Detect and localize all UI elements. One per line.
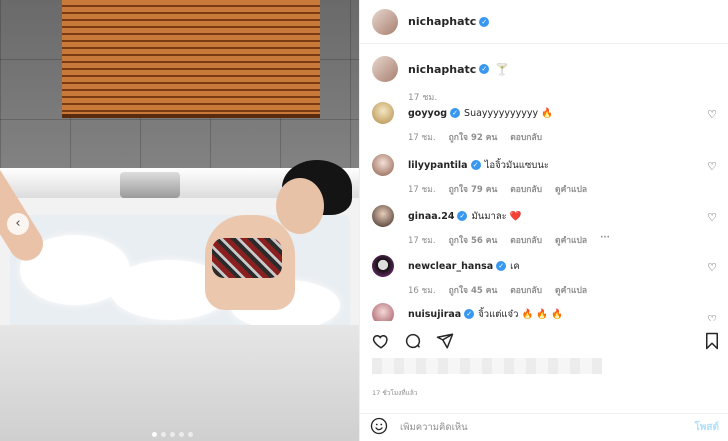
header-username[interactable]: nichaphatc bbox=[408, 15, 476, 28]
heart-icon[interactable]: ♡ bbox=[707, 313, 717, 321]
avatar[interactable] bbox=[372, 102, 394, 124]
action-bar bbox=[372, 332, 721, 350]
left-arrow-icon[interactable]: ‹ bbox=[7, 213, 29, 235]
bookmark-icon[interactable] bbox=[703, 332, 721, 350]
avatar[interactable] bbox=[372, 255, 394, 277]
comment-item: goyyog ✓ Suayyyyyyyyyy 🔥 17 ชม. ถูกใจ 92… bbox=[372, 102, 721, 144]
carousel-dot bbox=[179, 432, 184, 437]
verified-icon: ✓ bbox=[450, 108, 461, 118]
reply-button[interactable]: ตอบกลับ bbox=[510, 283, 542, 297]
comment-likes[interactable]: ถูกใจ 56 คน bbox=[449, 233, 498, 247]
avatar[interactable] bbox=[372, 205, 394, 227]
carousel-dot bbox=[188, 432, 193, 437]
comment-text: เค bbox=[510, 260, 520, 272]
comment-username[interactable]: newclear_hansa bbox=[408, 261, 493, 272]
post-header: nichaphatc ✓ bbox=[360, 0, 728, 44]
avatar[interactable] bbox=[372, 8, 398, 35]
caption: nichaphatc ✓ 🍸 17 ชม. bbox=[372, 56, 509, 104]
comment-time[interactable]: 17 ชม. bbox=[408, 130, 436, 144]
verified-icon: ✓ bbox=[479, 16, 490, 27]
verified-icon: ✓ bbox=[470, 160, 481, 170]
reply-button[interactable]: ตอบกลับ bbox=[510, 130, 542, 144]
more-options-icon[interactable]: ··· bbox=[600, 233, 610, 247]
translate-link[interactable]: ดูคำแปล bbox=[555, 182, 587, 196]
post-photo[interactable]: ‹ bbox=[0, 0, 359, 441]
comment-input[interactable] bbox=[400, 422, 695, 433]
window-blind bbox=[62, 0, 320, 118]
translate-link[interactable]: ดูคำแปล bbox=[555, 283, 587, 297]
carousel-dot bbox=[170, 432, 175, 437]
verified-icon: ✓ bbox=[464, 309, 475, 319]
carousel-dots bbox=[152, 432, 193, 437]
share-icon[interactable] bbox=[436, 332, 454, 350]
comment-username[interactable]: lilyypantila bbox=[408, 160, 468, 171]
comment-likes[interactable]: ถูกใจ 92 คน bbox=[449, 130, 498, 144]
caption-username[interactable]: nichaphatc bbox=[408, 63, 476, 76]
bikini bbox=[212, 238, 282, 278]
heart-icon[interactable]: ♡ bbox=[707, 211, 717, 224]
add-comment-bar: โพสต์ bbox=[360, 413, 728, 441]
carousel-dot bbox=[161, 432, 166, 437]
comments-panel: nichaphatc ✓ nichaphatc ✓ 🍸 17 ชม. goyyo… bbox=[359, 0, 728, 441]
comment-text: ไอจิ้วมันแซบนะ bbox=[484, 159, 549, 171]
comment-icon[interactable] bbox=[404, 332, 422, 350]
comment-username[interactable]: ginaa.24 bbox=[408, 211, 454, 222]
cocktail-icon: 🍸 bbox=[495, 62, 509, 76]
comment-username[interactable]: nuisujiraa bbox=[408, 309, 461, 320]
comment-time[interactable]: 16 ชม. bbox=[408, 283, 436, 297]
reply-button[interactable]: ตอบกลับ bbox=[510, 233, 542, 247]
avatar[interactable] bbox=[372, 303, 394, 321]
comment-text: Suayyyyyyyyyy 🔥 bbox=[464, 107, 553, 119]
verified-icon: ✓ bbox=[496, 261, 507, 271]
comment-text: มันมาละ ❤️ bbox=[471, 210, 522, 222]
comment-likes[interactable]: ถูกใจ 79 คน bbox=[449, 182, 498, 196]
smiley-icon[interactable] bbox=[370, 417, 388, 439]
avatar[interactable] bbox=[372, 56, 398, 82]
carousel-dot bbox=[152, 432, 157, 437]
comment-text: จิ้วแต่แจ๋ว 🔥 🔥 🔥 bbox=[478, 308, 563, 320]
avatar[interactable] bbox=[372, 154, 394, 176]
comment-username[interactable]: goyyog bbox=[408, 108, 447, 119]
verified-icon: ✓ bbox=[479, 64, 490, 74]
person-head bbox=[276, 178, 324, 234]
blurred-likes-line bbox=[372, 358, 602, 374]
comment-item: ginaa.24 ✓ มันมาละ ❤️ 17 ชม. ถูกใจ 56 คน… bbox=[372, 205, 721, 247]
verified-icon: ✓ bbox=[457, 211, 468, 221]
translate-link[interactable]: ดูคำแปล bbox=[555, 233, 587, 247]
reply-button[interactable]: ตอบกลับ bbox=[510, 182, 542, 196]
post-button[interactable]: โพสต์ bbox=[694, 420, 719, 435]
comment-item: newclear_hansa ✓ เค 16 ชม. ถูกใจ 45 คน ต… bbox=[372, 255, 721, 297]
faucet bbox=[120, 172, 180, 198]
heart-icon[interactable] bbox=[372, 332, 390, 350]
comment-time[interactable]: 17 ชม. bbox=[408, 182, 436, 196]
post-view: ‹ nichaphatc ✓ nichaphatc ✓ 🍸 17 ชม. goy… bbox=[0, 0, 728, 441]
comment-item: lilyypantila ✓ ไอจิ้วมันแซบนะ 17 ชม. ถูก… bbox=[372, 154, 721, 196]
bathtub-front bbox=[0, 325, 359, 441]
heart-icon[interactable]: ♡ bbox=[707, 108, 717, 121]
comment-item: nuisujiraa ✓ จิ้วแต่แจ๋ว 🔥 🔥 🔥 ♡ bbox=[372, 303, 721, 321]
heart-icon[interactable]: ♡ bbox=[707, 160, 717, 173]
comment-time[interactable]: 17 ชม. bbox=[408, 233, 436, 247]
post-time[interactable]: 17 ชั่วโมงที่แล้ว bbox=[372, 388, 417, 398]
comment-likes[interactable]: ถูกใจ 45 คน bbox=[449, 283, 498, 297]
heart-icon[interactable]: ♡ bbox=[707, 261, 717, 274]
